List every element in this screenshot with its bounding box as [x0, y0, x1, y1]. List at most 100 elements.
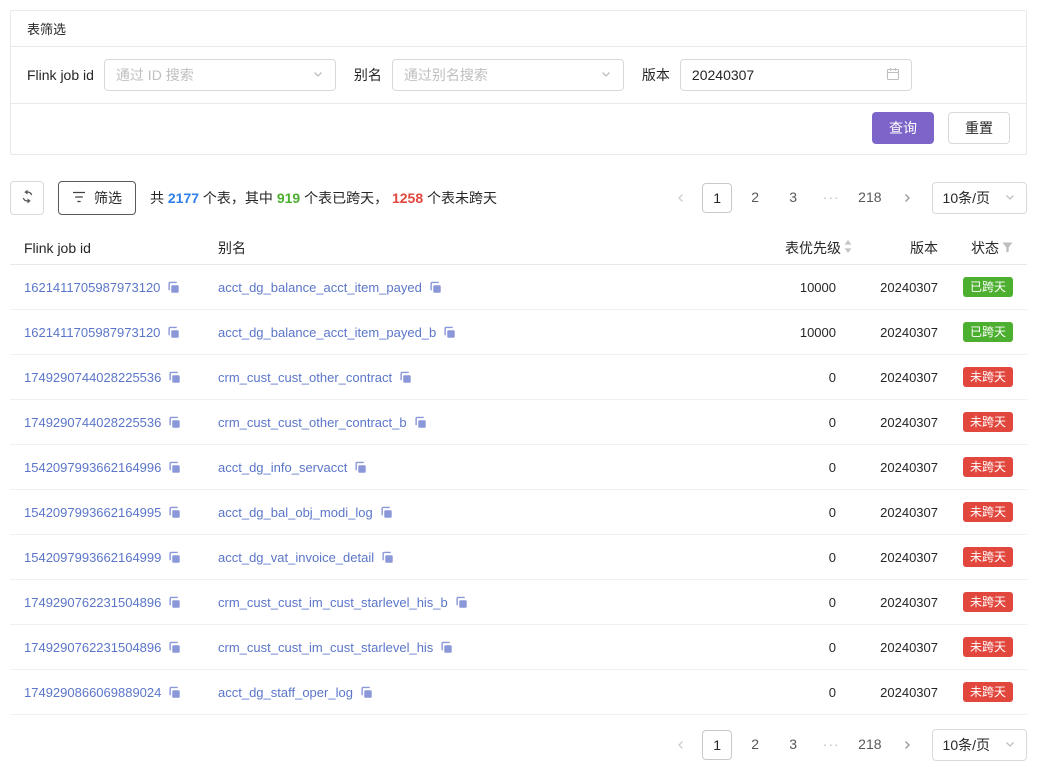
alias-label: 别名 [354, 65, 382, 85]
copy-icon[interactable] [440, 641, 453, 654]
column-header-alias: 别名 [218, 238, 734, 258]
copy-icon[interactable] [168, 551, 181, 564]
copy-icon[interactable] [168, 506, 181, 519]
refresh-icon [20, 189, 35, 207]
flink-job-id-select[interactable]: 通过 ID 搜索 [104, 59, 336, 91]
row-alias-link[interactable]: acct_dg_balance_acct_item_payed_b [218, 325, 436, 340]
pagination-next-button[interactable] [894, 183, 920, 213]
copy-icon[interactable] [168, 461, 181, 474]
chevron-down-icon [1004, 190, 1016, 206]
row-alias-link[interactable]: crm_cust_cust_im_cust_starlevel_his [218, 640, 433, 655]
status-badge: 未跨天 [963, 637, 1013, 657]
pagination-page-1[interactable]: 1 [702, 183, 732, 213]
row-priority: 0 [734, 370, 852, 385]
row-alias-link[interactable]: crm_cust_cust_other_contract [218, 370, 392, 385]
sort-icon[interactable] [844, 240, 852, 256]
column-header-id: Flink job id [24, 240, 218, 256]
refresh-button[interactable] [10, 181, 44, 215]
page-size-select[interactable]: 10条/页 [932, 182, 1027, 214]
pagination-ellipsis[interactable]: ··· [816, 730, 846, 760]
status-badge: 已跨天 [963, 277, 1013, 297]
row-priority: 0 [734, 415, 852, 430]
copy-icon[interactable] [399, 371, 412, 384]
row-version: 20240307 [852, 640, 938, 655]
copy-icon[interactable] [414, 416, 427, 429]
reset-button[interactable]: 重置 [948, 112, 1010, 144]
chevron-down-icon [312, 67, 324, 83]
row-id-link[interactable]: 1749290762231504896 [24, 595, 161, 610]
pagination-page-218[interactable]: 218 [854, 730, 885, 760]
copy-icon[interactable] [167, 281, 180, 294]
alias-placeholder: 通过别名搜索 [404, 65, 488, 85]
toolbar: 筛选 共 2177 个表，其中 919 个表已跨天， 1258 个表未跨天 12… [10, 181, 1027, 215]
pagination-ellipsis[interactable]: ··· [816, 183, 846, 213]
status-badge: 未跨天 [963, 592, 1013, 612]
row-alias-link[interactable]: acct_dg_info_servacct [218, 460, 347, 475]
filter-toggle-button[interactable]: 筛选 [58, 181, 136, 215]
pagination-top: 123 ··· 218 10条/页 [668, 182, 1027, 214]
copy-icon[interactable] [455, 596, 468, 609]
row-id-link[interactable]: 1621411705987973120 [24, 325, 160, 340]
copy-icon[interactable] [168, 641, 181, 654]
summary-text: 个表已跨天， [300, 190, 392, 206]
table-summary: 共 2177 个表，其中 919 个表已跨天， 1258 个表未跨天 [150, 188, 497, 208]
copy-icon[interactable] [443, 326, 456, 339]
pagination-page-3[interactable]: 3 [778, 183, 808, 213]
alias-select[interactable]: 通过别名搜索 [392, 59, 624, 91]
pagination-page-1[interactable]: 1 [702, 730, 732, 760]
column-header-version-label: 版本 [910, 238, 938, 258]
copy-icon[interactable] [167, 326, 180, 339]
row-id-link[interactable]: 1749290866069889024 [24, 685, 161, 700]
version-input-wrap [680, 59, 912, 91]
row-alias-link[interactable]: acct_dg_balance_acct_item_payed [218, 280, 422, 295]
row-id-link[interactable]: 1542097993662164996 [24, 460, 161, 475]
row-id-link[interactable]: 1749290744028225536 [24, 370, 161, 385]
total-count: 2177 [168, 190, 199, 206]
pagination-page-3[interactable]: 3 [778, 730, 808, 760]
version-input[interactable] [692, 67, 872, 83]
summary-text: 共 [150, 190, 168, 206]
row-id-link[interactable]: 1749290762231504896 [24, 640, 161, 655]
column-header-priority[interactable]: 表优先级 [734, 238, 852, 258]
row-version: 20240307 [852, 595, 938, 610]
filter-toggle-label: 筛选 [94, 188, 122, 208]
copy-icon[interactable] [429, 281, 442, 294]
row-id-link[interactable]: 1621411705987973120 [24, 280, 160, 295]
row-alias-link[interactable]: acct_dg_vat_invoice_detail [218, 550, 374, 565]
copy-icon[interactable] [354, 461, 367, 474]
filter-funnel-icon[interactable] [1002, 240, 1013, 256]
chevron-down-icon [600, 67, 612, 83]
pagination-page-218[interactable]: 218 [854, 183, 885, 213]
row-id-link[interactable]: 1542097993662164999 [24, 550, 161, 565]
pagination-page-2[interactable]: 2 [740, 183, 770, 213]
crossed-count: 919 [277, 190, 300, 206]
row-alias-link[interactable]: acct_dg_staff_oper_log [218, 685, 353, 700]
pagination-next-button[interactable] [894, 730, 920, 760]
page-size-select[interactable]: 10条/页 [932, 729, 1027, 761]
status-badge: 未跨天 [963, 412, 1013, 432]
pagination-prev-button[interactable] [668, 183, 694, 213]
row-priority: 0 [734, 640, 852, 655]
copy-icon[interactable] [380, 506, 393, 519]
copy-icon[interactable] [168, 371, 181, 384]
bottom-bar: 123 ··· 218 10条/页 [10, 729, 1027, 761]
copy-icon[interactable] [168, 416, 181, 429]
copy-icon[interactable] [381, 551, 394, 564]
pagination-page-2[interactable]: 2 [740, 730, 770, 760]
row-id-link[interactable]: 1749290744028225536 [24, 415, 161, 430]
row-version: 20240307 [852, 280, 938, 295]
row-id-link[interactable]: 1542097993662164995 [24, 505, 161, 520]
copy-icon[interactable] [168, 686, 181, 699]
query-button[interactable]: 查询 [872, 112, 934, 144]
column-header-status[interactable]: 状态 [938, 238, 1013, 258]
filter-card: 表筛选 Flink job id 通过 ID 搜索 别名 通过别名搜索 [10, 10, 1027, 155]
copy-icon[interactable] [360, 686, 373, 699]
column-header-status-label: 状态 [971, 238, 999, 258]
row-priority: 0 [734, 685, 852, 700]
row-version: 20240307 [852, 505, 938, 520]
row-alias-link[interactable]: crm_cust_cust_other_contract_b [218, 415, 407, 430]
copy-icon[interactable] [168, 596, 181, 609]
row-alias-link[interactable]: crm_cust_cust_im_cust_starlevel_his_b [218, 595, 448, 610]
pagination-prev-button[interactable] [668, 730, 694, 760]
row-alias-link[interactable]: acct_dg_bal_obj_modi_log [218, 505, 373, 520]
